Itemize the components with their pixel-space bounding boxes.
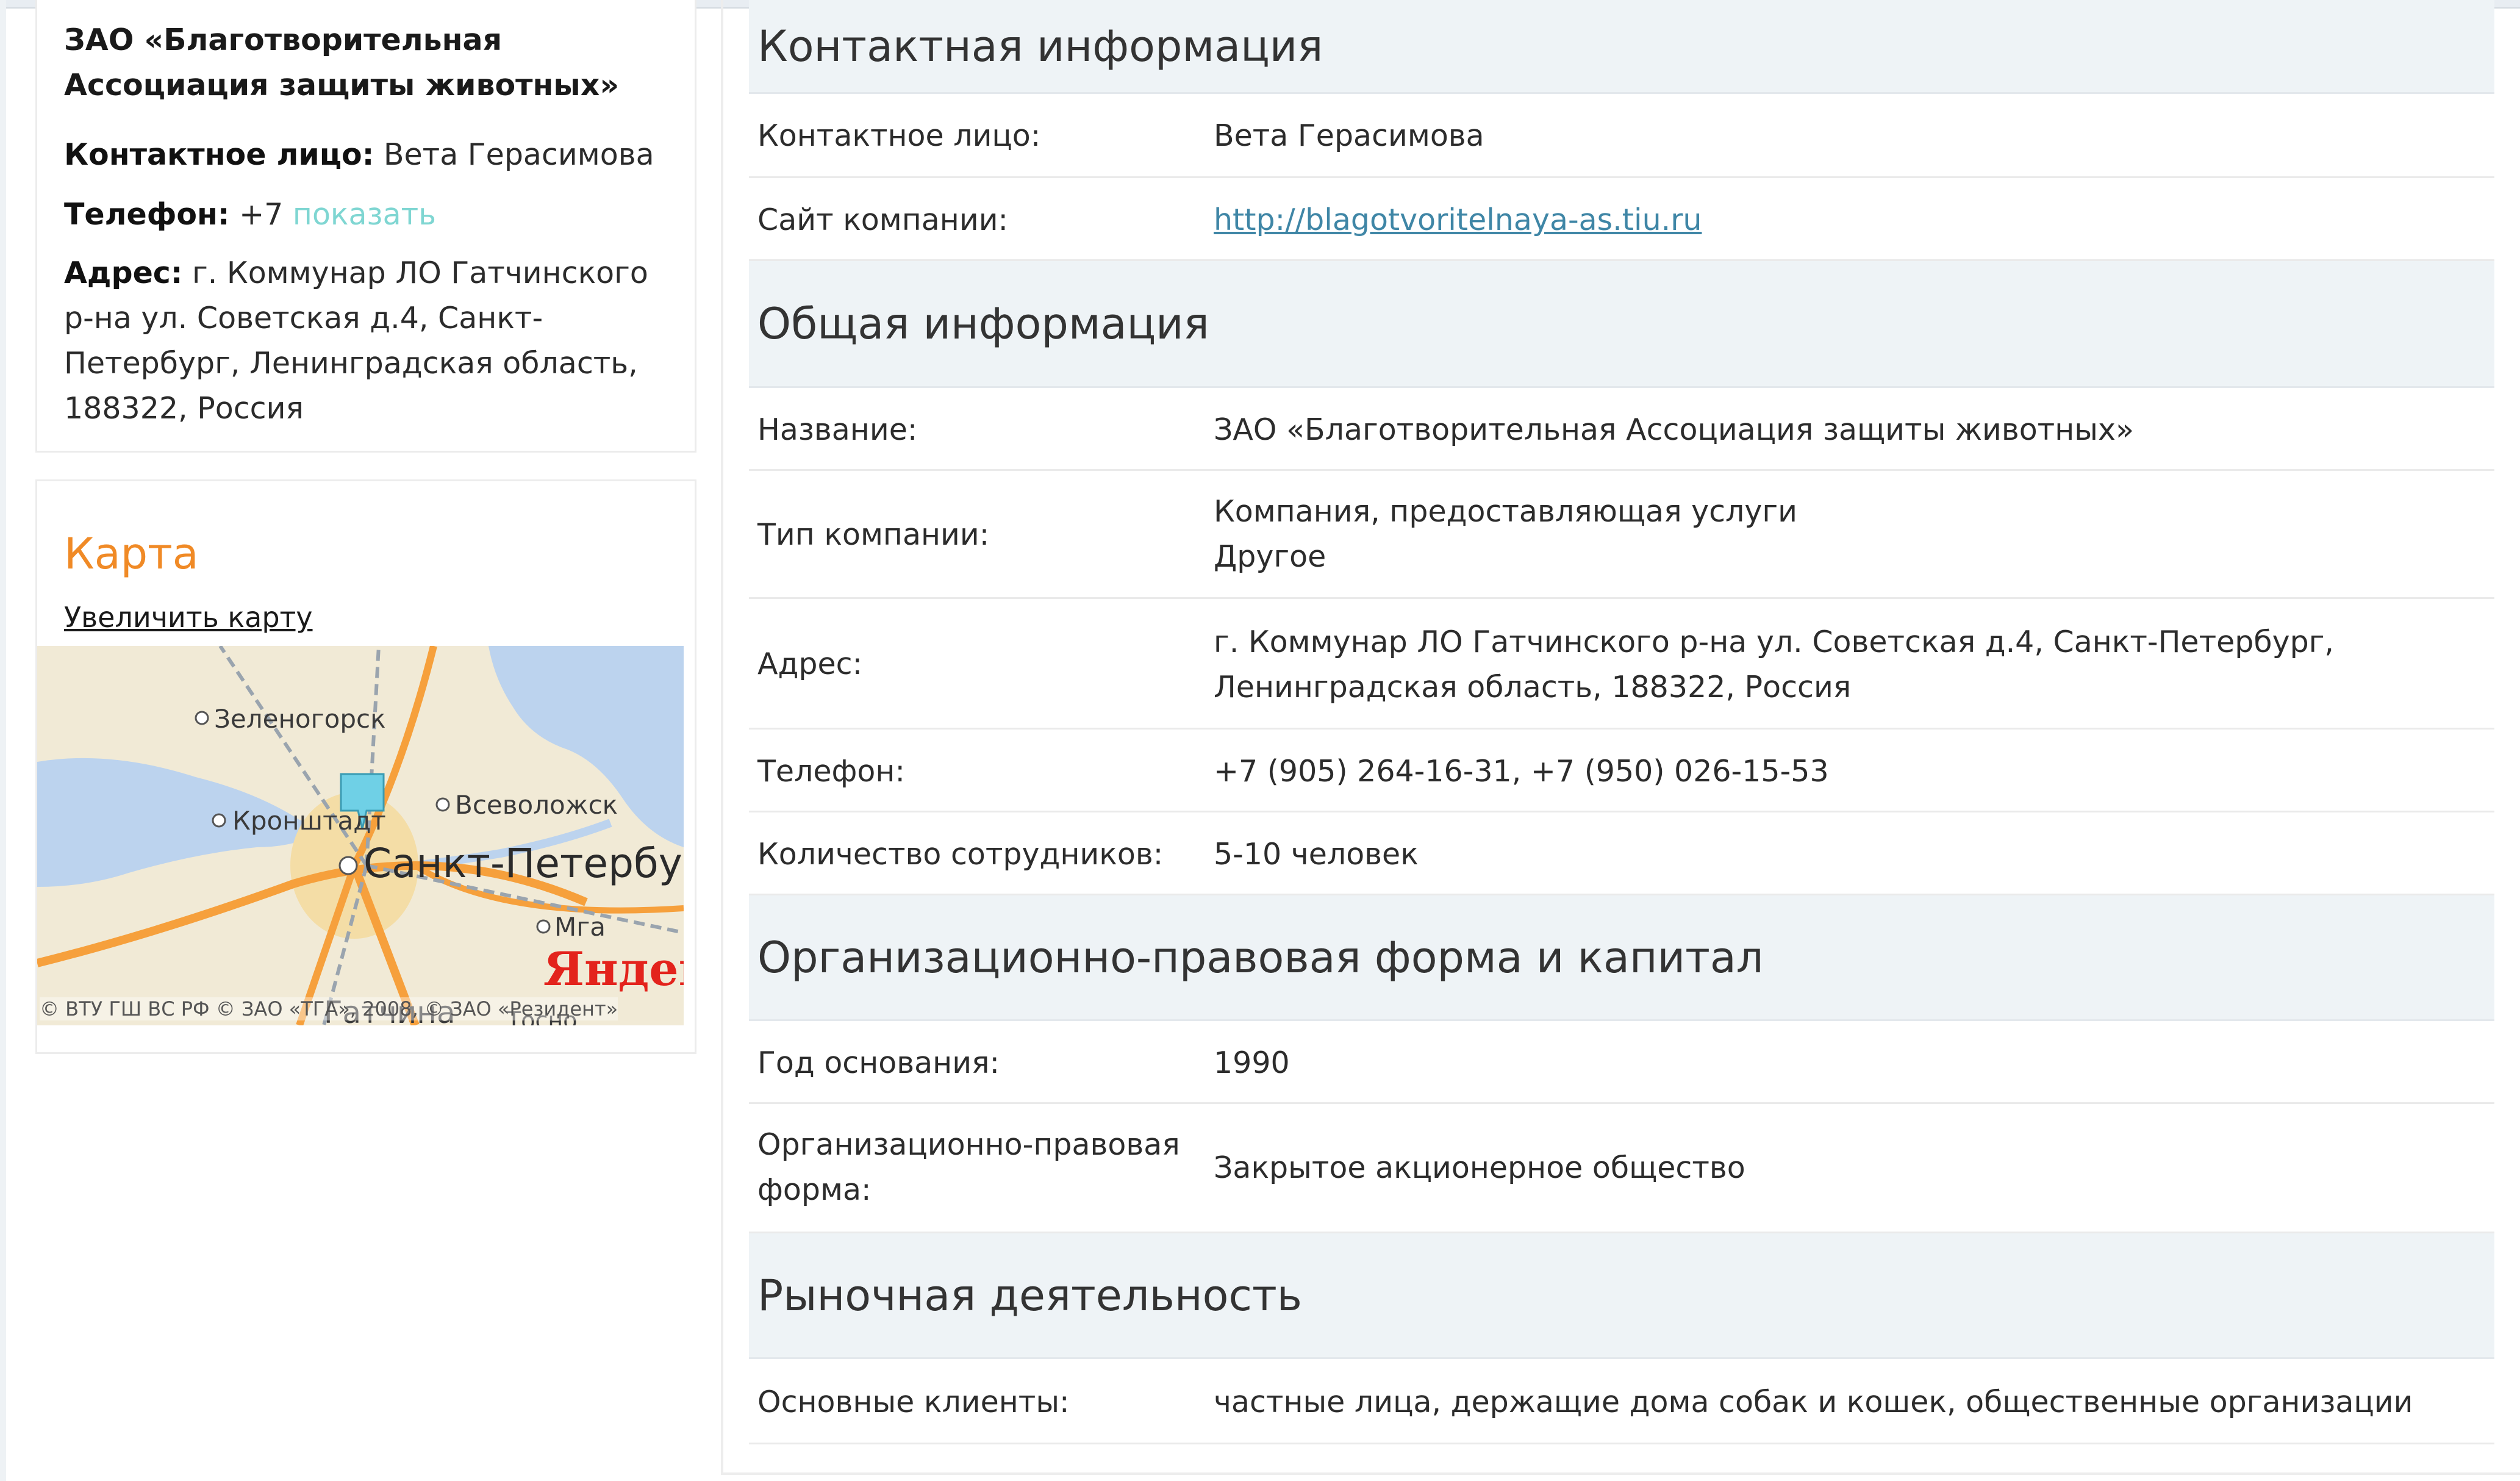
row-label: Сайт компании: [757, 203, 1009, 237]
phone-value: +7 [239, 197, 284, 232]
map-title: Карта [64, 529, 199, 579]
map-label-spb: Санкт-Петербург [363, 840, 684, 887]
address-line: Адрес: г. Коммунар ЛО Гатчинского р-на у… [64, 251, 686, 431]
map-card: Карта Увеличить карту Зеленогорск Кроншт… [35, 479, 696, 1054]
row-value: +7 (905) 264-16-31, +7 (950) 026-15-53 [1214, 754, 1829, 789]
show-phone-link[interactable]: показать [293, 197, 436, 232]
row-company-name: Название: ЗАО «Благотворительная Ассоциа… [749, 388, 2494, 471]
company-name: ЗАО «Благотворительная Ассоциация защиты… [64, 23, 619, 102]
row-label: Адрес: [757, 647, 863, 681]
row-company-site: Сайт компании: http://blagotvoritelnaya-… [749, 178, 2494, 261]
row-value: ЗАО «Благотворительная Ассоциация защиты… [1214, 412, 2134, 447]
row-label: Год основания: [757, 1045, 1000, 1080]
contact-person-label: Контактное лицо: [64, 137, 374, 172]
map-image[interactable]: Зеленогорск Кронштадт Всеволожск Санкт-П… [37, 646, 684, 1025]
row-value: частные лица, держащие дома собак и коше… [1214, 1385, 2413, 1419]
row-label: Телефон: [757, 754, 905, 789]
contact-person-line: Контактное лицо: Вета Герасимова [64, 132, 654, 178]
section-legal-form: Организационно-правовая форма и капитал [749, 895, 2494, 1021]
row-label: Основные клиенты: [757, 1385, 1070, 1419]
row-value: Закрытое акционерное общество [1214, 1150, 1745, 1185]
section-market-activity-title: Рыночная деятельность [757, 1270, 1302, 1321]
row-value: 1990 [1214, 1045, 1290, 1080]
section-general-info: Общая информация [749, 261, 2494, 388]
row-employees: Количество сотрудников: 5-10 человек [749, 812, 2494, 895]
company-type-line-2: Другое [1214, 539, 1326, 574]
row-label: Количество сотрудников: [757, 837, 1164, 872]
company-contact-card: ЗАО «Благотворительная Ассоциация защиты… [35, 0, 696, 453]
yandex-logo: Яндекс [543, 942, 684, 996]
map-label-kronstadt: Кронштадт [232, 806, 386, 836]
section-market-activity: Рыночная деятельность [749, 1233, 2494, 1359]
row-company-type: Тип компании: Компания, предоставляющая … [749, 471, 2494, 599]
row-main-clients: Основные клиенты: частные лица, держащие… [749, 1359, 2494, 1444]
company-site-link[interactable]: http://blagotvoritelnaya-as.tiu.ru [1214, 203, 1702, 237]
row-address: Адрес: г. Коммунар ЛО Гатчинского р-на у… [749, 599, 2494, 730]
address-label: Адрес: [64, 256, 183, 290]
map-copyright: © ВТУ ГШ ВС РФ © ЗАО «ТГА», 2008, © ЗАО … [40, 997, 618, 1020]
row-value: Компания, предоставляющая услуги Другое [1214, 489, 2470, 579]
section-contact-info-title: Контактная информация [757, 21, 1323, 71]
contact-person-value: Вета Герасимова [383, 137, 654, 172]
row-contact-person: Контактное лицо: Вета Герасимова [749, 94, 2494, 178]
company-type-line-1: Компания, предоставляющая услуги [1214, 494, 1797, 529]
phone-label: Телефон: [64, 197, 230, 232]
row-label: Тип компании: [757, 517, 990, 552]
row-value: Вета Герасимова [1214, 118, 1484, 153]
section-legal-form-title: Организационно-правовая форма и капитал [757, 932, 1764, 983]
section-general-info-title: Общая информация [757, 298, 1209, 349]
row-legal-form: Организационно-правовая форма: Закрытое … [749, 1104, 2494, 1233]
row-phone: Телефон: +7 (905) 264-16-31, +7 (950) 02… [749, 730, 2494, 812]
row-value: г. Коммунар ЛО Гатчинского р-на ул. Сове… [1214, 625, 2334, 705]
phone-line: Телефон: +7 показать [64, 192, 436, 237]
row-label: Организационно-правовая форма: [757, 1127, 1180, 1207]
row-value: 5-10 человек [1214, 837, 1419, 872]
enlarge-map-link[interactable]: Увеличить карту [64, 601, 313, 634]
map-label-vsevolozhsk: Всеволожск [455, 790, 618, 820]
left-gutter [0, 0, 6, 1481]
map-label-zelenogorsk: Зеленогорск [214, 704, 386, 734]
row-label: Контактное лицо: [757, 118, 1041, 153]
row-label: Название: [757, 412, 918, 447]
row-founded-year: Год основания: 1990 [749, 1021, 2494, 1104]
map-label-mga: Мга [554, 912, 606, 942]
section-contact-info: Контактная информация [749, 0, 2494, 94]
